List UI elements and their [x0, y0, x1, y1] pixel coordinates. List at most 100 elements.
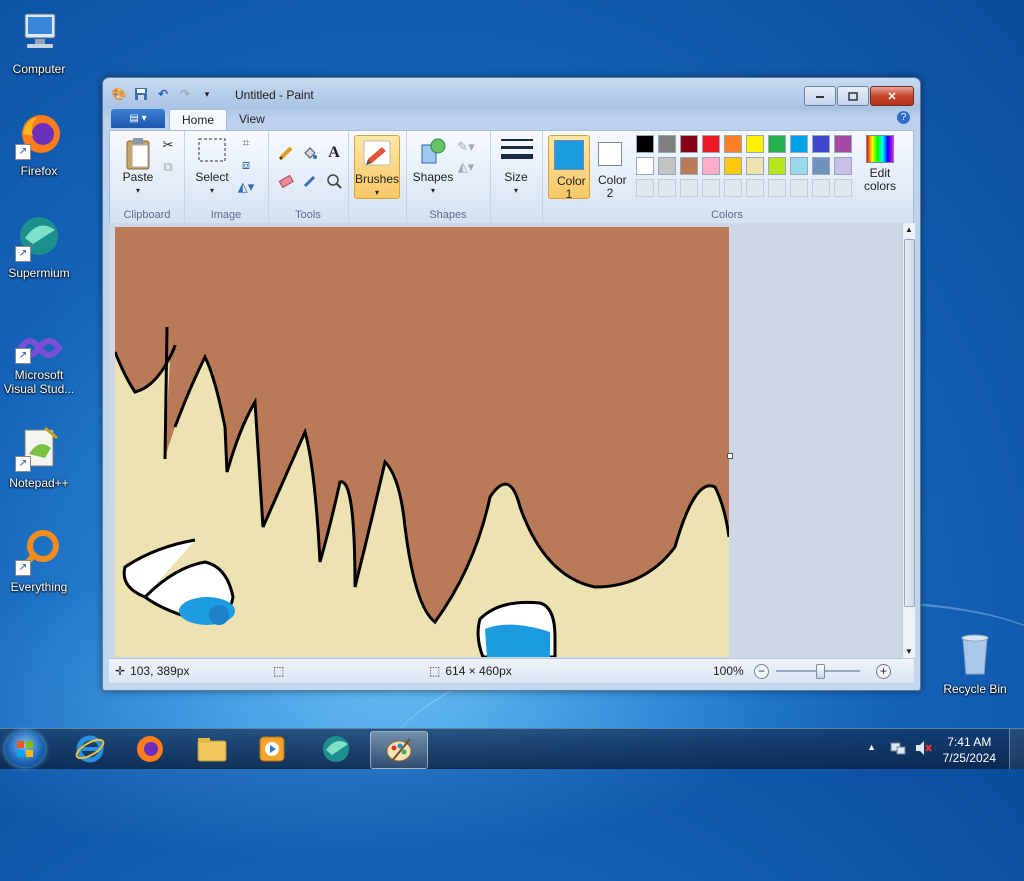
scrollbar-thumb[interactable]	[904, 239, 915, 607]
cut-icon[interactable]: ✂	[158, 135, 178, 155]
palette-swatch[interactable]	[636, 135, 654, 153]
desktop-icon-firefox[interactable]: ↗ Firefox	[0, 112, 78, 178]
custom-color-slot[interactable]	[812, 179, 830, 197]
magnifier-icon[interactable]	[324, 171, 344, 191]
palette-swatch[interactable]	[702, 135, 720, 153]
desktop-icon-label: Everything	[10, 580, 68, 594]
color2-button[interactable]: Color 2	[592, 135, 628, 200]
desktop-icon-computer[interactable]: Computer	[0, 10, 78, 76]
paint-menu-button[interactable]: ▤ ▾	[111, 109, 165, 128]
palette-swatch[interactable]	[724, 135, 742, 153]
zoom-out-button[interactable]: −	[754, 664, 769, 679]
palette-swatch[interactable]	[680, 135, 698, 153]
vertical-scrollbar[interactable]: ▲ ▼	[902, 223, 915, 658]
save-icon[interactable]	[133, 86, 149, 102]
custom-color-slot[interactable]	[724, 179, 742, 197]
outline-icon[interactable]: ✎▾	[456, 137, 476, 157]
help-icon[interactable]: ?	[897, 111, 910, 124]
paint-icon	[386, 738, 412, 762]
custom-color-slot[interactable]	[658, 179, 676, 197]
show-desktop-button[interactable]	[1009, 729, 1024, 769]
palette-swatch[interactable]	[790, 157, 808, 175]
ribbon: Paste ▾ ✂ ⧉ Clipboard Select ▾ ⌗ ⧈ ◭▾ Im…	[109, 130, 914, 224]
selection-size-icon: ⬚	[273, 664, 285, 678]
desktop-icon-recycle-bin[interactable]: Recycle Bin	[936, 630, 1014, 696]
close-button[interactable]: ✕	[870, 86, 914, 106]
scroll-up-icon[interactable]: ▲	[905, 225, 913, 234]
resize-handle[interactable]	[727, 453, 733, 459]
minimize-button[interactable]	[804, 86, 836, 106]
rotate-icon[interactable]: ◭▾	[236, 177, 256, 197]
desktop-icon-supermium[interactable]: ↗ Supermium	[0, 214, 78, 280]
scroll-down-icon[interactable]: ▼	[905, 647, 913, 656]
palette-swatch[interactable]	[636, 157, 654, 175]
palette-swatch[interactable]	[746, 157, 764, 175]
pencil-icon[interactable]	[276, 143, 296, 163]
color-picker-icon[interactable]	[300, 171, 320, 191]
palette-swatch[interactable]	[724, 157, 742, 175]
zoom-in-button[interactable]: +	[876, 664, 891, 679]
resize-icon[interactable]: ⧈	[236, 155, 256, 175]
brushes-button[interactable]: Brushes ▾	[354, 135, 400, 199]
palette-swatch[interactable]	[768, 157, 786, 175]
palette-swatch[interactable]	[812, 135, 830, 153]
palette-swatch[interactable]	[702, 157, 720, 175]
taskbar-firefox[interactable]	[122, 731, 178, 767]
taskbar-media-player[interactable]	[244, 731, 300, 767]
desktop-icon-visual-studio[interactable]: ↗ Microsoft Visual Stud...	[0, 330, 78, 396]
palette-swatch[interactable]	[768, 135, 786, 153]
tab-home[interactable]: Home	[169, 109, 228, 130]
desktop-icon-notepadpp[interactable]: ↗ Notepad++	[0, 424, 78, 490]
palette-swatch[interactable]	[746, 135, 764, 153]
taskbar-supermium[interactable]	[308, 731, 364, 767]
size-group: Size ▾	[490, 131, 543, 223]
palette-swatch[interactable]	[658, 157, 676, 175]
clipboard-group: Paste ▾ ✂ ⧉ Clipboard	[110, 131, 185, 223]
crop-icon[interactable]: ⌗	[236, 133, 256, 153]
volume-muted-icon[interactable]	[914, 740, 932, 759]
start-button[interactable]	[5, 731, 45, 767]
network-icon[interactable]	[890, 740, 906, 759]
show-hidden-icons-button[interactable]: ▲	[867, 742, 876, 752]
palette-swatch[interactable]	[812, 157, 830, 175]
zoom-slider-thumb[interactable]	[816, 664, 825, 679]
custom-color-slot[interactable]	[680, 179, 698, 197]
drawing-canvas[interactable]	[113, 227, 731, 658]
custom-color-slot[interactable]	[636, 179, 654, 197]
computer-icon	[15, 10, 63, 58]
clock[interactable]: 7:41 AM 7/25/2024	[943, 734, 996, 766]
palette-swatch[interactable]	[790, 135, 808, 153]
custom-color-slot[interactable]	[702, 179, 720, 197]
redo-icon[interactable]: ↷	[177, 86, 193, 102]
fill-shape-icon[interactable]: ◭▾	[456, 157, 476, 177]
text-icon[interactable]: A	[324, 143, 344, 163]
custom-color-slot[interactable]	[834, 179, 852, 197]
edit-colors-button[interactable]: Edit colors	[860, 135, 900, 193]
colors-group: Color 1 Color 2 Edit colors Colors	[542, 131, 912, 223]
fill-icon[interactable]	[300, 143, 320, 163]
palette-swatch[interactable]	[658, 135, 676, 153]
palette-swatch[interactable]	[680, 157, 698, 175]
custom-color-slot[interactable]	[746, 179, 764, 197]
paste-button[interactable]: Paste ▾	[118, 137, 158, 197]
custom-color-slot[interactable]	[768, 179, 786, 197]
tab-view[interactable]: View	[227, 109, 277, 129]
palette-swatch[interactable]	[834, 157, 852, 175]
custom-color-slot[interactable]	[790, 179, 808, 197]
size-button[interactable]: Size ▾	[496, 137, 536, 197]
maximize-button[interactable]	[837, 86, 869, 106]
select-button[interactable]: Select ▾	[192, 137, 232, 197]
shapes-button[interactable]: Shapes ▾	[412, 137, 454, 197]
taskbar-ie[interactable]	[62, 731, 118, 767]
select-icon	[197, 137, 227, 167]
color1-button[interactable]: Color 1	[548, 135, 590, 201]
desktop-icon-everything[interactable]: ↗ Everything	[0, 528, 78, 594]
taskbar-explorer[interactable]	[184, 731, 240, 767]
undo-icon[interactable]: ↶	[155, 86, 171, 102]
clock-time: 7:41 AM	[947, 735, 992, 749]
copy-icon[interactable]: ⧉	[158, 157, 178, 177]
eraser-icon[interactable]	[276, 171, 296, 191]
palette-swatch[interactable]	[834, 135, 852, 153]
customize-qat-icon[interactable]: ▾	[199, 86, 215, 102]
taskbar-paint[interactable]	[370, 731, 428, 769]
